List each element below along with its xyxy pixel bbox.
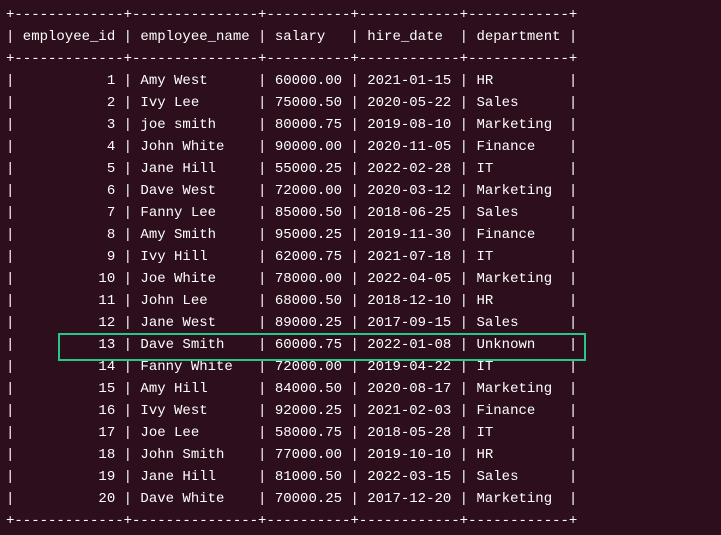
table-row: | 17 | Joe Lee | 58000.75 | 2018-05-28 |…	[6, 422, 715, 444]
table-row: | 6 | Dave West | 72000.00 | 2020-03-12 …	[6, 180, 715, 202]
table-header: | employee_id | employee_name | salary |…	[6, 26, 715, 48]
table-row: | 19 | Jane Hill | 81000.50 | 2022-03-15…	[6, 466, 715, 488]
table-row: | 9 | Ivy Hill | 62000.75 | 2021-07-18 |…	[6, 246, 715, 268]
table-row: | 11 | John Lee | 68000.50 | 2018-12-10 …	[6, 290, 715, 312]
separator: +-------------+---------------+---------…	[6, 4, 715, 26]
table-row: | 7 | Fanny Lee | 85000.50 | 2018-06-25 …	[6, 202, 715, 224]
table-row: | 5 | Jane Hill | 55000.25 | 2022-02-28 …	[6, 158, 715, 180]
terminal-output: +-------------+---------------+---------…	[0, 0, 721, 535]
table-row: | 15 | Amy Hill | 84000.50 | 2020-08-17 …	[6, 378, 715, 400]
table-row: | 12 | Jane West | 89000.25 | 2017-09-15…	[6, 312, 715, 334]
table-row: | 20 | Dave White | 70000.25 | 2017-12-2…	[6, 488, 715, 510]
table-row: | 2 | Ivy Lee | 75000.50 | 2020-05-22 | …	[6, 92, 715, 114]
table-row: | 16 | Ivy West | 92000.25 | 2021-02-03 …	[6, 400, 715, 422]
table-row: | 18 | John Smith | 77000.00 | 2019-10-1…	[6, 444, 715, 466]
table-row: | 3 | joe smith | 80000.75 | 2019-08-10 …	[6, 114, 715, 136]
table-row: | 14 | Fanny White | 72000.00 | 2019-04-…	[6, 356, 715, 378]
table-row: | 8 | Amy Smith | 95000.25 | 2019-11-30 …	[6, 224, 715, 246]
separator: +-------------+---------------+---------…	[6, 510, 715, 532]
table-row: | 4 | John White | 90000.00 | 2020-11-05…	[6, 136, 715, 158]
table-row: | 13 | Dave Smith | 60000.75 | 2022-01-0…	[6, 334, 715, 356]
separator: +-------------+---------------+---------…	[6, 48, 715, 70]
table-row: | 10 | Joe White | 78000.00 | 2022-04-05…	[6, 268, 715, 290]
table-row: | 1 | Amy West | 60000.00 | 2021-01-15 |…	[6, 70, 715, 92]
